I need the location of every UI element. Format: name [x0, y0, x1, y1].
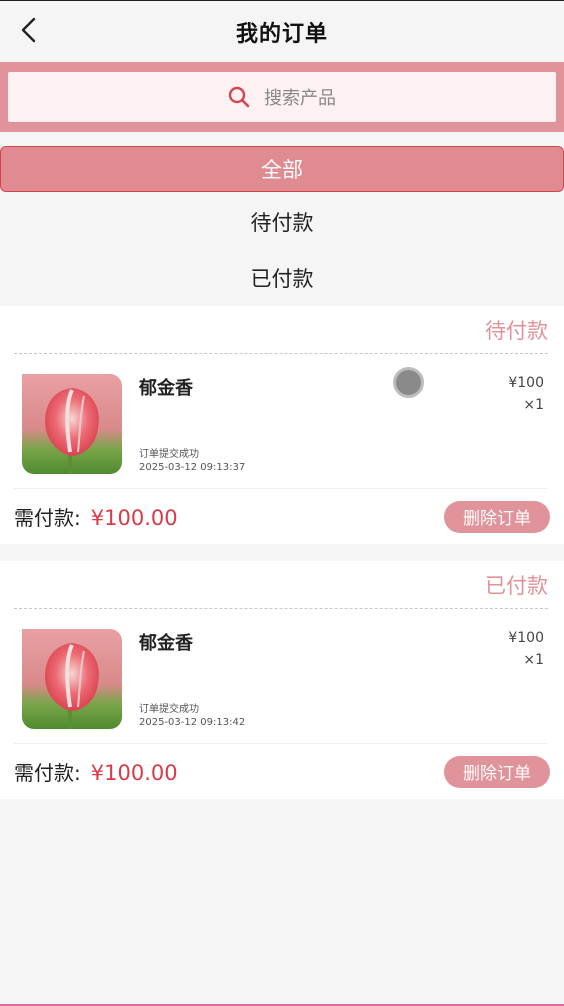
tab-paid[interactable]: 已付款 [0, 250, 564, 306]
header-bar: 我的订单 [0, 1, 564, 62]
product-image [22, 374, 122, 474]
product-image [22, 629, 122, 729]
product-info: 郁金香 订单提交成功 2025-03-12 09:13:42 [139, 629, 548, 729]
order-filter-tabs: 全部 待付款 已付款 [0, 132, 564, 306]
order-card: 已付款 郁金香 订单提交成功 2025-03-12 09:13:42 ¥100 … [0, 561, 564, 799]
price-column: ¥100 ×1 [508, 372, 544, 416]
order-card: 待付款 郁金香 订单提交成功 2025-03-12 09:13:37 ¥100 … [0, 306, 564, 544]
search-bar: 搜索产品 [0, 62, 564, 132]
order-status: 待付款 [14, 306, 548, 354]
tab-pending-payment[interactable]: 待付款 [0, 194, 564, 250]
order-footer: 需付款: ¥100.00 删除订单 [14, 743, 550, 799]
quantity: ×1 [523, 397, 544, 413]
search-icon [228, 86, 250, 108]
touch-indicator [393, 367, 424, 398]
search-input[interactable]: 搜索产品 [8, 72, 556, 122]
payment-summary: 需付款: ¥100.00 [14, 502, 178, 531]
order-item[interactable]: 郁金香 订单提交成功 2025-03-12 09:13:42 ¥100 ×1 [14, 609, 548, 743]
order-meta: 订单提交成功 2025-03-12 09:13:37 [139, 448, 548, 474]
unit-price: ¥100 [508, 375, 544, 391]
order-time: 2025-03-12 09:13:37 [139, 462, 246, 473]
tab-all[interactable]: 全部 [0, 146, 564, 192]
page-title: 我的订单 [235, 21, 328, 47]
product-info: 郁金香 订单提交成功 2025-03-12 09:13:37 [139, 374, 548, 474]
delete-order-button[interactable]: 删除订单 [444, 755, 550, 788]
product-name: 郁金香 [139, 378, 193, 399]
back-arrow-icon [21, 17, 36, 43]
product-name: 郁金香 [139, 633, 193, 654]
tulip-image [22, 374, 122, 474]
order-note: 订单提交成功 [139, 704, 199, 715]
delete-order-button[interactable]: 删除订单 [444, 500, 550, 533]
order-footer: 需付款: ¥100.00 删除订单 [14, 488, 550, 544]
tulip-image [22, 629, 122, 729]
search-placeholder: 搜索产品 [264, 88, 336, 109]
price-column: ¥100 ×1 [508, 627, 544, 671]
quantity: ×1 [523, 652, 544, 668]
order-note: 订单提交成功 [139, 449, 199, 460]
unit-price: ¥100 [508, 630, 544, 646]
pay-label: 需付款: [14, 506, 81, 530]
payment-summary: 需付款: ¥100.00 [14, 757, 178, 786]
pay-amount: ¥100.00 [90, 761, 178, 785]
back-button[interactable] [14, 15, 42, 45]
order-item[interactable]: 郁金香 订单提交成功 2025-03-12 09:13:37 ¥100 ×1 [14, 354, 548, 488]
order-time: 2025-03-12 09:13:42 [139, 717, 246, 728]
order-status: 已付款 [14, 561, 548, 609]
order-meta: 订单提交成功 2025-03-12 09:13:42 [139, 703, 548, 729]
pay-label: 需付款: [14, 761, 81, 785]
pay-amount: ¥100.00 [90, 506, 178, 530]
